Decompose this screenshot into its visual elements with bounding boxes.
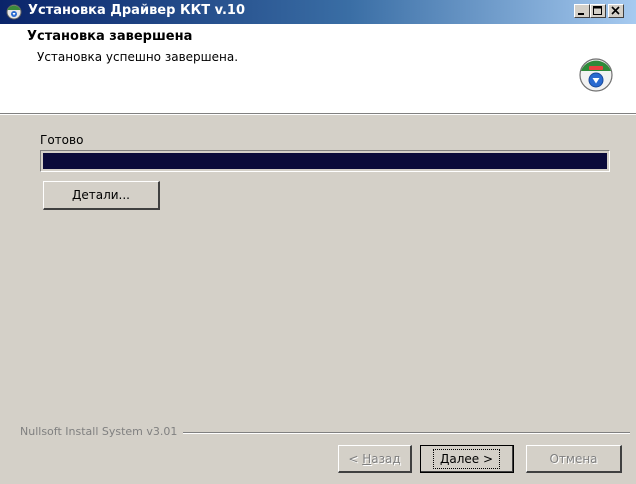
progress-fill bbox=[43, 153, 607, 169]
details-button[interactable]: Детали... bbox=[43, 181, 160, 210]
minimize-icon bbox=[578, 13, 584, 15]
brand-label: Nullsoft Install System v3.01 bbox=[20, 425, 184, 438]
header-panel: Установка завершена Установка успешно за… bbox=[0, 24, 636, 113]
window-title: Установка Драйвер ККТ v.10 bbox=[28, 3, 246, 18]
back-button[interactable]: < Назад bbox=[338, 445, 412, 473]
installer-disc-icon bbox=[6, 4, 22, 20]
installer-disc-icon bbox=[578, 57, 614, 93]
header-separator bbox=[0, 113, 636, 115]
cancel-button[interactable]: Отмена bbox=[526, 445, 622, 473]
maximize-button[interactable] bbox=[590, 4, 606, 18]
maximize-icon bbox=[593, 6, 602, 15]
close-icon bbox=[611, 6, 620, 15]
page-title: Установка завершена bbox=[27, 29, 193, 44]
status-label: Готово bbox=[40, 133, 84, 147]
installer-window: Установка Драйвер ККТ v.10 Установка зав… bbox=[0, 0, 636, 484]
page-subtitle: Установка успешно завершена. bbox=[37, 50, 239, 64]
progress-bar bbox=[40, 150, 610, 172]
next-button[interactable]: Далее > bbox=[420, 445, 514, 473]
close-button[interactable] bbox=[608, 4, 624, 18]
minimize-button[interactable] bbox=[574, 4, 590, 18]
title-bar[interactable]: Установка Драйвер ККТ v.10 bbox=[0, 0, 636, 24]
